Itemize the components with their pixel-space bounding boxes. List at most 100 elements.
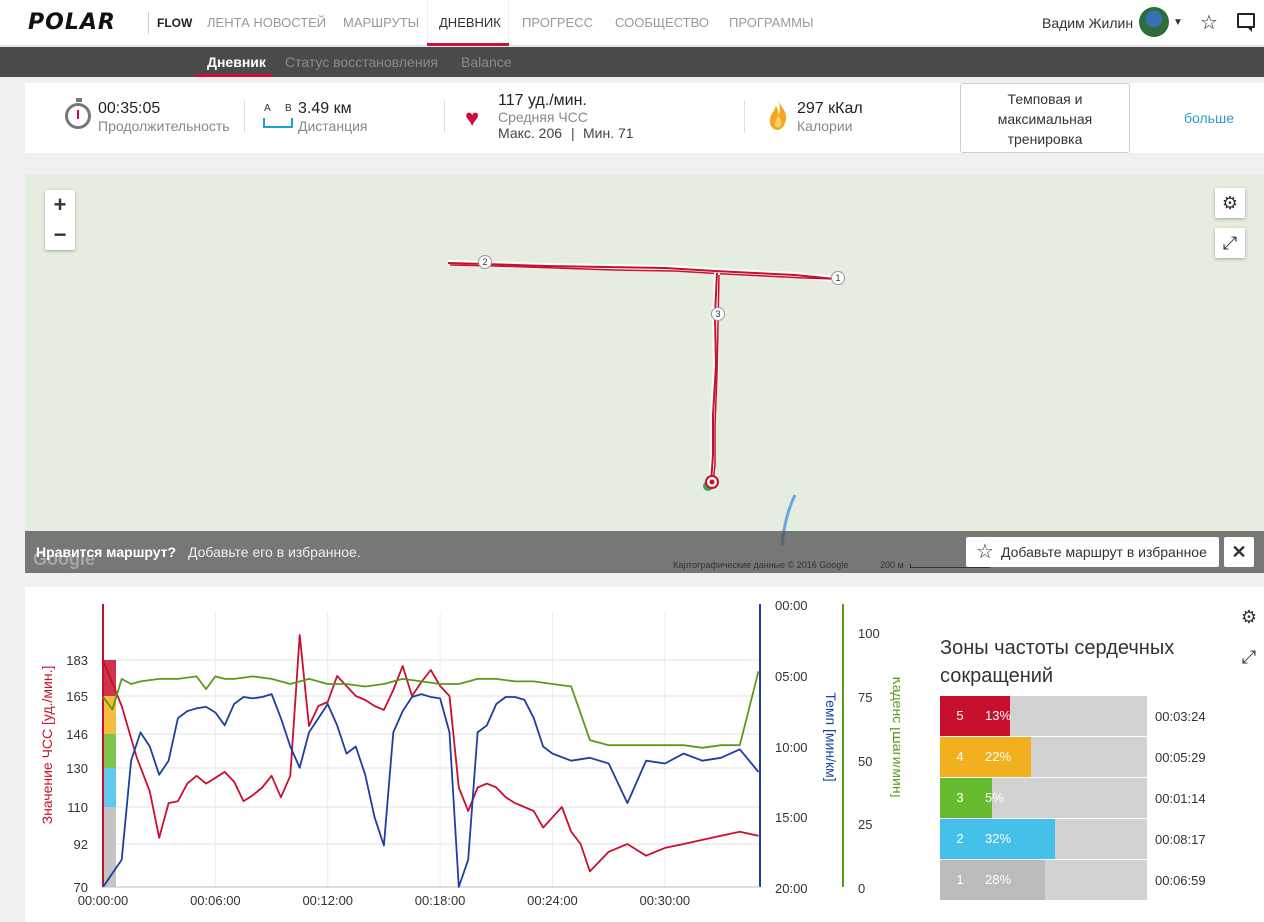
nav-item-routes[interactable]: МАРШРУТЫ (343, 15, 419, 30)
cadence-tick-label: 0 (858, 881, 865, 896)
zone-strip (103, 807, 116, 887)
hr-axis-label: Значение ЧСС [уд./мин.] (39, 666, 55, 825)
chart-fullscreen-icon[interactable]: ⤢ (1234, 642, 1264, 672)
close-button[interactable]: ✕ (1224, 537, 1254, 567)
add-favorite-button[interactable]: ☆ Добавьте маршрут в избранное (966, 537, 1219, 567)
training-type-button[interactable]: Темповая и максимальная тренировка (960, 83, 1130, 153)
lap-marker[interactable]: 1 (831, 271, 845, 285)
hr-zone-row[interactable]: 1 28% (940, 860, 1147, 900)
route-map-canvas (25, 175, 1264, 573)
hr-tick-label: 165 (66, 689, 88, 704)
hr-tick-label: 110 (67, 800, 88, 815)
cadence-tick-label: 100 (858, 626, 880, 641)
avatar[interactable] (1139, 7, 1169, 37)
polar-logo[interactable]: POLAR (28, 10, 116, 35)
hr-tick-label: 183 (66, 653, 88, 668)
chevron-down-icon[interactable]: ▼ (1173, 17, 1183, 28)
map-scale-label: 200 м (880, 560, 904, 570)
ruler-shape (263, 118, 293, 128)
hr-tick-label: 130 (66, 761, 88, 776)
star-icon[interactable]: ☆ (1200, 10, 1218, 35)
tab-diary[interactable]: Дневник (207, 54, 266, 70)
hr-zone-number: 2 (940, 819, 980, 859)
user-name[interactable]: Вадим Жилин (1042, 15, 1133, 31)
tab-balance[interactable]: Balance (461, 54, 512, 70)
x-tick-label: 00:24:00 (527, 893, 578, 908)
divider (744, 101, 745, 133)
pace-tick-label: 00:00 (775, 598, 808, 613)
heart-rate-separator: | (571, 125, 575, 141)
hr-zone-percent: 5% (985, 790, 1004, 805)
message-icon[interactable] (1237, 13, 1255, 32)
training-type-line: тренировка (1007, 131, 1083, 147)
nav-item-diary[interactable]: ДНЕВНИК (439, 15, 501, 30)
hr-zones-title: Зоны частоты сердечных сокращений (940, 637, 1175, 687)
hr-zone-time: 00:05:29 (1155, 750, 1206, 765)
tab-recovery-status[interactable]: Статус восстановления (285, 54, 438, 70)
map-settings-icon[interactable]: ⚙ (1215, 188, 1245, 218)
hr-zone-time: 00:08:17 (1155, 832, 1206, 847)
tab-active-underline (195, 74, 272, 77)
cadence-tick-label: 75 (858, 690, 872, 705)
end-marker-dot (709, 479, 715, 485)
more-link[interactable]: больше (1184, 110, 1234, 126)
nav-item-programs[interactable]: ПРОГРАММЫ (729, 15, 814, 30)
nav-item-community[interactable]: СООБЩЕСТВО (615, 15, 709, 30)
lap-marker[interactable]: 2 (478, 255, 492, 269)
x-tick-label: 00:30:00 (640, 893, 691, 908)
nav-item-feed[interactable]: ЛЕНТА НОВОСТЕЙ (207, 15, 326, 30)
training-type-line: Темповая и (1007, 91, 1083, 107)
pace-axis-label: Темп [мин/км] (823, 692, 839, 781)
distance-icon-b: B (285, 103, 292, 114)
x-tick-label: 00:06:00 (190, 893, 241, 908)
logo-divider (148, 12, 149, 34)
add-favorite-label: Добавьте маршрут в избранное (1001, 544, 1207, 560)
hr-zone-row[interactable]: 4 22% (940, 737, 1147, 777)
route-map[interactable]: 1 2 3 + − ⚙ ⤢ Google Нравится маршрут? Д… (25, 175, 1264, 573)
flow-label[interactable]: FLOW (157, 16, 192, 30)
hr-zone-number: 5 (940, 696, 980, 736)
hr-tick-label: 92 (74, 837, 88, 852)
hr-tick-label: 146 (66, 727, 88, 742)
pace-tick-label: 10:00 (775, 740, 808, 755)
flame-icon (769, 100, 787, 130)
hr-series-line (102, 634, 759, 873)
favorite-hint: Добавьте его в избранное. (188, 544, 361, 560)
zoom-in-button[interactable]: + (45, 190, 75, 220)
calories-label: Калории (797, 118, 853, 134)
divider (244, 101, 245, 133)
duration-value: 00:35:05 (98, 100, 161, 117)
divider (444, 101, 445, 133)
hr-zone-row[interactable]: 3 5% (940, 778, 1147, 818)
hr-zone-percent: 28% (985, 872, 1012, 887)
hr-zone-row[interactable]: 2 32% (940, 819, 1147, 859)
hr-zone-row[interactable]: 5 13% (940, 696, 1147, 736)
hr-zone-time: 00:03:24 (1155, 709, 1206, 724)
hr-zone-time: 00:01:14 (1155, 791, 1206, 806)
distance-icon-a: A (264, 103, 271, 114)
heart-icon: ♥ (465, 105, 480, 132)
distance-label: Дистанция (298, 118, 368, 134)
hr-zone-percent: 13% (985, 708, 1012, 723)
zoom-control: + − (45, 190, 75, 250)
calories-value: 297 кКал (797, 100, 863, 117)
heart-rate-max: Макс. 206 (498, 125, 563, 141)
hr-zone-number: 1 (940, 860, 980, 900)
nav-item-progress[interactable]: ПРОГРЕСС (522, 15, 593, 30)
training-type-line: максимальная (997, 111, 1093, 127)
favorite-question: Нравится маршрут? (36, 544, 177, 560)
x-tick-label: 00:12:00 (302, 893, 353, 908)
chart-settings-icon[interactable]: ⚙ (1234, 602, 1264, 632)
fullscreen-icon[interactable]: ⤢ (1215, 228, 1245, 258)
zone-strip (103, 734, 116, 768)
training-chart[interactable]: 183165146130110927000:0005:0010:0015:002… (0, 592, 900, 922)
heart-rate-value: 117 уд./мин. (498, 92, 587, 109)
hr-zone-percent: 32% (985, 831, 1012, 846)
x-tick-label: 00:18:00 (415, 893, 466, 908)
zone-strip (103, 768, 116, 807)
lap-marker[interactable]: 3 (711, 307, 725, 321)
map-attribution[interactable]: Картографические данные © 2016 Google (673, 560, 848, 570)
training-summary: 00:35:05 Продолжительность A B 3.49 км Д… (25, 83, 1264, 153)
zoom-out-button[interactable]: − (45, 220, 75, 250)
hr-zone-number: 4 (940, 737, 980, 777)
